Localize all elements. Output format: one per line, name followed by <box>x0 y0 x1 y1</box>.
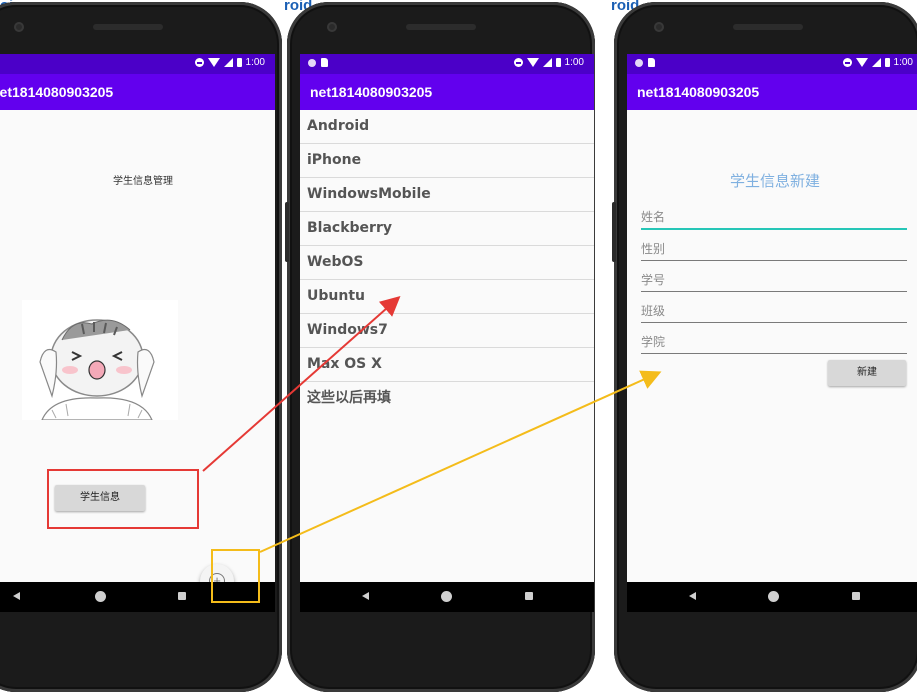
back-icon[interactable] <box>362 592 369 600</box>
signal-icon <box>542 58 552 67</box>
student-id-field[interactable]: 学号 <box>641 269 907 292</box>
side-button <box>285 202 289 262</box>
app-bar: net1814080903205 <box>627 74 917 110</box>
app-title: net1814080903205 <box>637 84 760 100</box>
list-item-label: Max OS X <box>307 356 382 372</box>
speaker-grille <box>93 24 163 30</box>
status-bar: 1:00 <box>0 54 275 74</box>
list-item[interactable]: Windows7 <box>300 314 594 348</box>
phone-3: 1:00 net1814080903205 学生信息新建 姓名 性别 学号 班级… <box>612 2 917 692</box>
list-content: Android iPhone WindowsMobile Blackberry … <box>300 110 594 612</box>
notification-dot-icon <box>308 58 316 67</box>
list-item[interactable]: 这些以后再填 <box>300 382 594 415</box>
side-button <box>612 202 616 262</box>
speaker-grille <box>733 24 803 30</box>
home-icon[interactable] <box>441 591 452 602</box>
student-info-button-highlight <box>47 469 199 529</box>
list-item-label: iPhone <box>307 152 362 168</box>
list-item[interactable]: iPhone <box>300 144 594 178</box>
notification-dot-icon <box>635 58 643 67</box>
do-not-disturb-icon <box>194 58 204 67</box>
screen-list: 1:00 net1814080903205 Android iPhone Win… <box>300 54 594 612</box>
list-item[interactable]: WebOS <box>300 246 594 280</box>
status-time: 1:00 <box>893 57 913 68</box>
battery-icon <box>555 58 561 67</box>
create-button-label: 新建 <box>857 367 877 378</box>
page-title-text: 学生信息管理 <box>113 176 173 187</box>
list-item-label: Blackberry <box>307 220 392 236</box>
status-bar: 1:00 <box>300 54 594 74</box>
class-field-hint: 班级 <box>641 304 666 318</box>
list-item-label: Android <box>307 118 370 134</box>
list-item[interactable]: WindowsMobile <box>300 178 594 212</box>
wifi-icon <box>526 58 539 67</box>
do-not-disturb-icon <box>842 58 852 67</box>
list-item[interactable]: Max OS X <box>300 348 594 382</box>
list-item-label: WebOS <box>307 254 364 270</box>
wifi-icon <box>207 58 220 67</box>
create-button[interactable]: 新建 <box>828 360 906 386</box>
home-icon[interactable] <box>768 591 779 602</box>
list-item[interactable]: Android <box>300 110 594 144</box>
list-item-label: WindowsMobile <box>307 186 431 202</box>
name-field-hint: 姓名 <box>641 210 666 224</box>
status-bar: 1:00 <box>627 54 917 74</box>
battery-icon <box>236 58 242 67</box>
recent-apps-icon[interactable] <box>852 592 860 600</box>
gender-field[interactable]: 性别 <box>641 238 907 261</box>
class-field[interactable]: 班级 <box>641 300 907 323</box>
gender-field-hint: 性别 <box>641 242 666 256</box>
page-title: 学生信息管理 <box>0 172 275 187</box>
main-content: 学生信息管理 学生信息 + <box>0 110 275 612</box>
wifi-icon <box>855 58 868 67</box>
status-time: 1:00 <box>564 57 584 68</box>
signal-icon <box>871 58 881 67</box>
home-icon[interactable] <box>95 591 106 602</box>
speaker-grille <box>406 24 476 30</box>
sd-card-icon <box>648 58 655 67</box>
do-not-disturb-icon <box>513 58 523 67</box>
college-field[interactable]: 学院 <box>641 331 907 354</box>
fab-highlight <box>211 549 260 603</box>
app-title: net1814080903205 <box>0 84 114 100</box>
form-content: 学生信息新建 姓名 性别 学号 班级 学院 新建 <box>627 110 917 612</box>
navigation-bar <box>300 582 594 612</box>
name-field[interactable]: 姓名 <box>641 206 907 230</box>
recent-apps-icon[interactable] <box>525 592 533 600</box>
status-time: 1:00 <box>245 57 265 68</box>
college-field-hint: 学院 <box>641 335 666 349</box>
back-icon[interactable] <box>689 592 696 600</box>
list-item[interactable]: Blackberry <box>300 212 594 246</box>
navigation-bar <box>627 582 917 612</box>
app-bar: net1814080903205 <box>300 74 594 110</box>
student-id-field-hint: 学号 <box>641 273 666 287</box>
screen-form: 1:00 net1814080903205 学生信息新建 姓名 性别 学号 班级… <box>627 54 917 612</box>
battery-icon <box>884 58 890 67</box>
phone-2: 1:00 net1814080903205 Android iPhone Win… <box>285 2 595 692</box>
sd-card-icon <box>321 58 328 67</box>
list-item-label: 这些以后再填 <box>307 390 391 406</box>
hamster-image <box>22 300 178 421</box>
list-item-label: Windows7 <box>307 322 388 338</box>
recent-apps-icon[interactable] <box>178 592 186 600</box>
app-title: net1814080903205 <box>310 84 433 100</box>
list-item[interactable]: Ubuntu <box>300 280 594 314</box>
front-camera <box>327 22 337 32</box>
form-title: 学生信息新建 <box>729 172 820 190</box>
front-camera <box>654 22 664 32</box>
back-icon[interactable] <box>13 592 20 600</box>
list-item-label: Ubuntu <box>307 288 365 304</box>
signal-icon <box>223 58 233 67</box>
app-bar: net1814080903205 <box>0 74 275 110</box>
front-camera <box>14 22 24 32</box>
